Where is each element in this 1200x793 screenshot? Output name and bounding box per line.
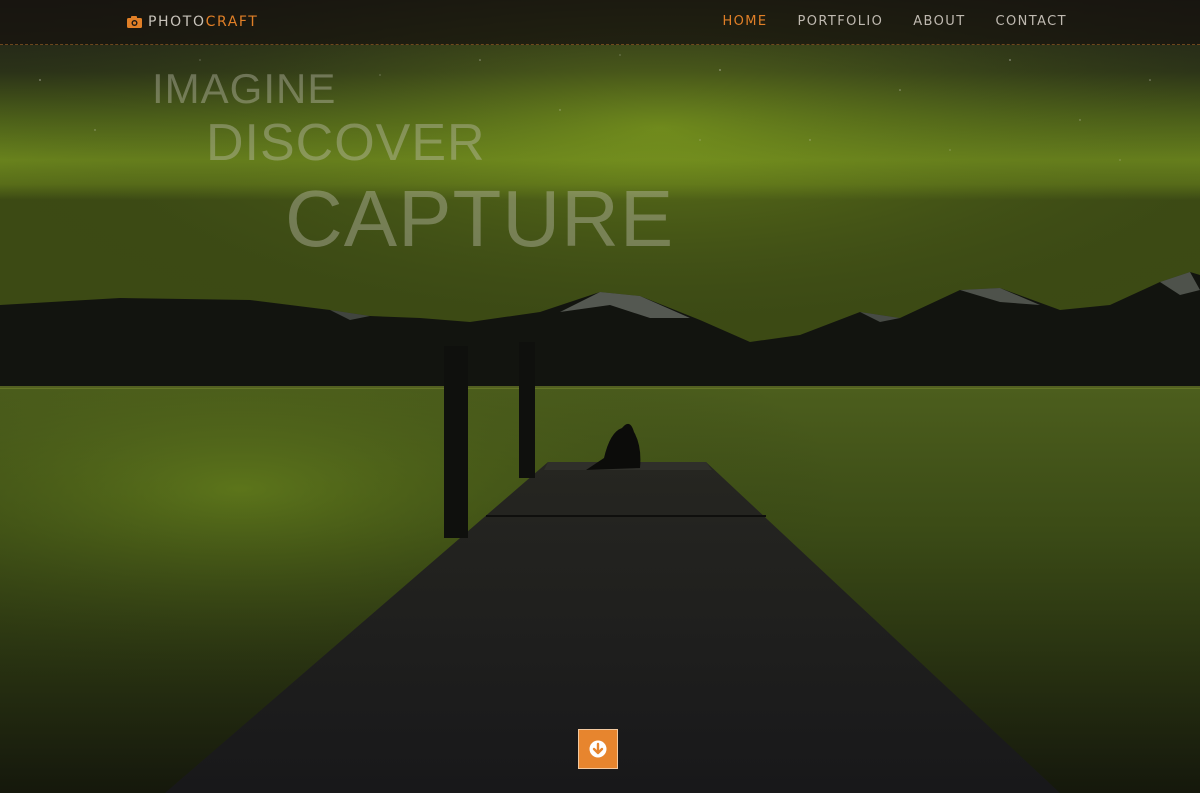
brand-name-part1: PHOTO — [148, 14, 206, 30]
hero-word-discover: DISCOVER — [206, 114, 486, 172]
nav-link-home[interactable]: HOME — [723, 14, 768, 29]
arrow-down-circle-icon — [589, 740, 607, 758]
scroll-down-button[interactable] — [578, 729, 618, 769]
nav-link-contact[interactable]: CONTACT — [996, 14, 1067, 29]
hero-word-imagine: IMAGINE — [152, 65, 337, 112]
top-navbar: PHOTO CRAFT HOME PORTFOLIO ABOUT CONTACT — [0, 0, 1200, 45]
brand-name-part2: CRAFT — [205, 14, 259, 30]
hero-word-capture: CAPTURE — [285, 174, 675, 263]
nav-link-portfolio[interactable]: PORTFOLIO — [798, 14, 884, 29]
hero-background-image — [0, 0, 1200, 793]
hero-section: PHOTO CRAFT HOME PORTFOLIO ABOUT CONTACT… — [0, 0, 1200, 793]
brand-logo[interactable]: PHOTO CRAFT — [127, 14, 258, 30]
camera-icon — [127, 16, 142, 28]
nav-link-about[interactable]: ABOUT — [913, 14, 965, 29]
nav-menu: HOME PORTFOLIO ABOUT CONTACT — [723, 14, 1068, 29]
